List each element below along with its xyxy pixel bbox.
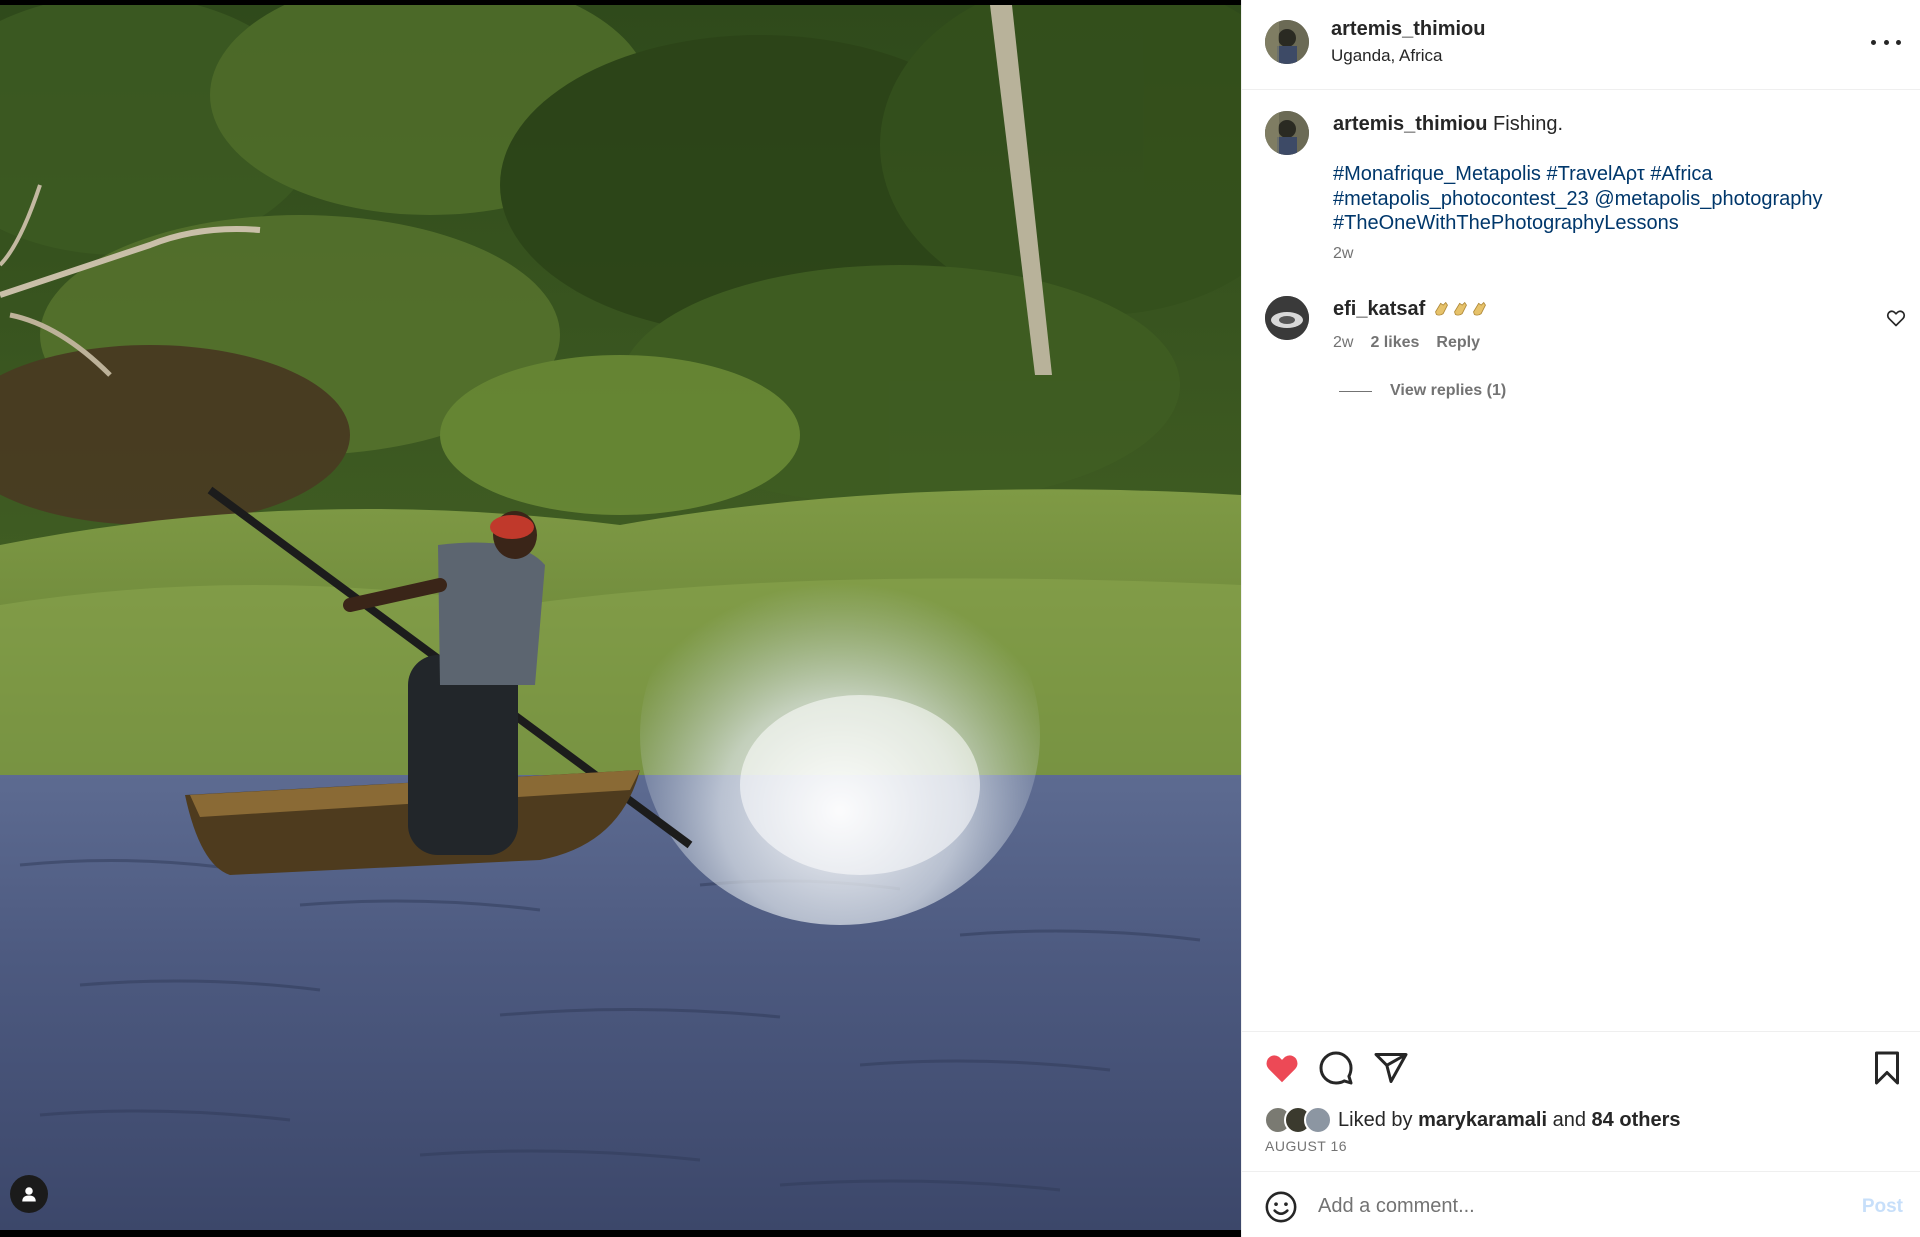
post-header: artemis_thimiou Uganda, Africa <box>1242 0 1920 90</box>
more-options-button[interactable] <box>1871 30 1901 54</box>
caption-hashtags: #Monafrique_Metapolis #TravelAρτ #Africa… <box>1333 162 1893 236</box>
comment-timestamp[interactable]: 2w <box>1333 334 1353 352</box>
hashtag-link[interactable]: #Monafrique_Metapolis <box>1333 163 1541 185</box>
caption-username[interactable]: artemis_thimiou <box>1333 113 1487 135</box>
liker-avatars[interactable] <box>1264 1106 1334 1134</box>
comment-likes-count[interactable]: 2 likes <box>1370 334 1419 352</box>
caption-timestamp[interactable]: 2w <box>1333 245 1353 263</box>
clap-emoji-icon <box>1453 301 1467 316</box>
post-date[interactable]: AUGUST 16 <box>1265 1138 1347 1154</box>
hashtag-link[interactable]: #Africa <box>1650 163 1712 185</box>
post-actions: Liked by marykaramali and 84 others AUGU… <box>1242 1031 1920 1171</box>
caption-author-avatar[interactable] <box>1265 111 1309 155</box>
comment-like-button[interactable] <box>1886 308 1906 328</box>
hashtag-link[interactable]: #TheOneWithThePhotographyLessons <box>1333 212 1679 234</box>
heart-filled-icon <box>1266 1055 1298 1083</box>
post-caption: artemis_thimiou Fishing. <box>1333 113 1563 136</box>
replies-divider <box>1339 390 1372 392</box>
add-comment-bar: Post <box>1242 1171 1920 1237</box>
liked-by-username[interactable]: marykaramali <box>1418 1109 1547 1132</box>
emoji-icon <box>1265 1191 1297 1223</box>
post-location[interactable]: Uganda, Africa <box>1331 46 1443 66</box>
like-button[interactable] <box>1264 1050 1300 1086</box>
likes-summary: Liked by marykaramali and 84 others <box>1264 1106 1680 1134</box>
author-username[interactable]: artemis_thimiou <box>1331 18 1485 41</box>
comment-button[interactable] <box>1318 1050 1354 1086</box>
liked-by-prefix: Liked by <box>1338 1108 1413 1131</box>
post-photo[interactable] <box>0 5 1241 1230</box>
view-replies-button[interactable]: View replies (1) <box>1339 382 1506 400</box>
comment-reply-button[interactable]: Reply <box>1436 334 1480 352</box>
comment-input[interactable] <box>1318 1186 1818 1226</box>
comment-icon <box>1319 1051 1353 1085</box>
more-icon <box>1871 39 1876 45</box>
liked-by-and: and <box>1552 1108 1586 1131</box>
user-tag-icon <box>22 1187 36 1202</box>
author-avatar[interactable] <box>1265 20 1309 64</box>
commenter-avatar[interactable] <box>1265 296 1309 340</box>
hashtag-link[interactable]: #TravelAρτ <box>1546 163 1644 185</box>
clap-emoji-icon <box>1434 301 1448 316</box>
caption-text: Fishing. <box>1493 113 1564 135</box>
share-button[interactable] <box>1373 1050 1409 1086</box>
post-comment-button[interactable]: Post <box>1862 1196 1903 1218</box>
avatar <box>1304 1106 1332 1134</box>
comment-text: 👏👏👏 <box>1431 298 1488 320</box>
post-photo-pane <box>0 0 1241 1237</box>
comment-username[interactable]: efi_katsaf <box>1333 298 1425 320</box>
save-button[interactable] <box>1869 1050 1905 1086</box>
share-icon <box>1374 1053 1408 1083</box>
mention-link[interactable]: @metapolis_photography <box>1594 188 1822 210</box>
comment-meta: 2w 2 likes Reply <box>1333 334 1480 352</box>
view-replies-label: View replies (1) <box>1390 382 1507 399</box>
tagged-users-button[interactable] <box>10 1175 48 1213</box>
clap-emoji-icon <box>1472 301 1486 316</box>
hashtag-link[interactable]: #metapolis_photocontest_23 <box>1333 188 1589 210</box>
post-side-panel: artemis_thimiou Uganda, Africa artemis_t… <box>1241 0 1920 1237</box>
heart-outline-icon <box>1886 310 1906 327</box>
bookmark-icon <box>1875 1051 1899 1085</box>
emoji-picker-button[interactable] <box>1264 1190 1298 1224</box>
comment: efi_katsaf 👏👏👏 <box>1333 298 1488 321</box>
liked-by-others[interactable]: 84 others <box>1592 1109 1681 1132</box>
